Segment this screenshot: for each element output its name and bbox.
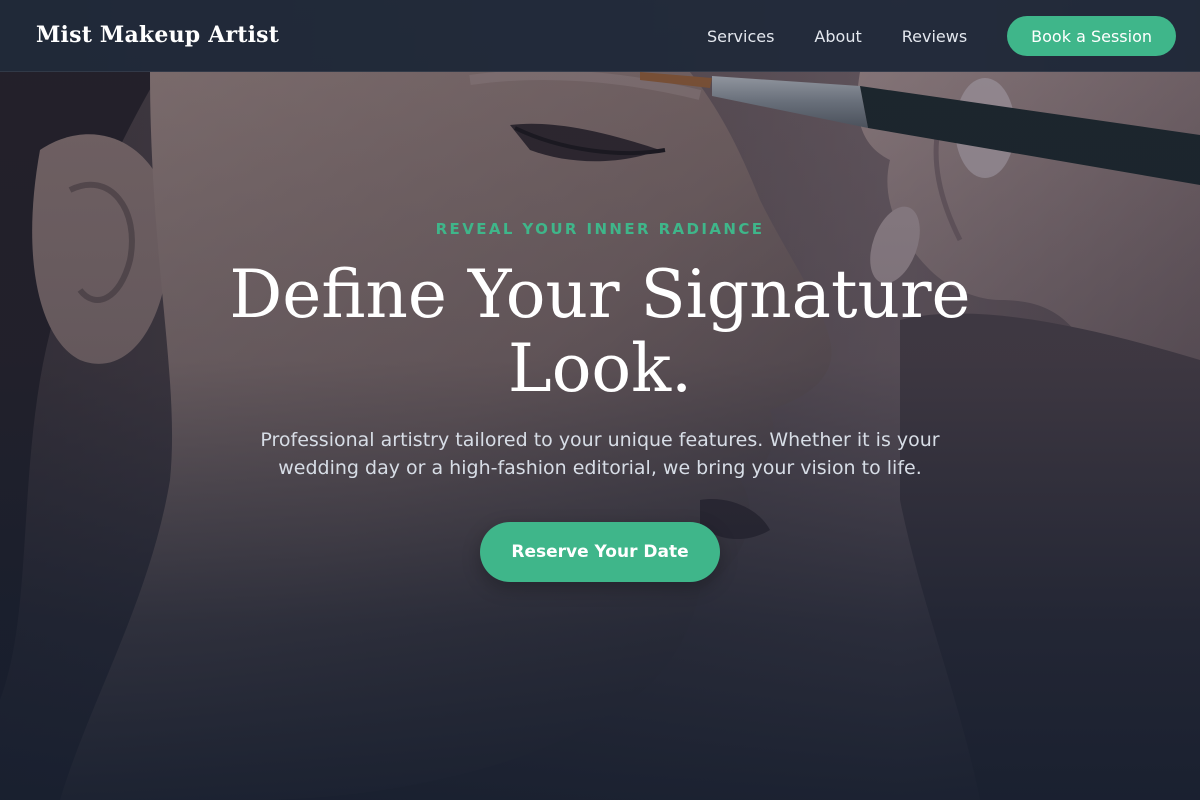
hero-content: REVEAL YOUR INNER RADIANCE Define Your S…	[0, 0, 1200, 800]
reserve-date-button[interactable]: Reserve Your Date	[480, 522, 720, 582]
hero-subtitle: Professional artistry tailored to your u…	[260, 429, 940, 479]
hero-headline: Define Your Signature Look.	[229, 256, 971, 407]
hero-eyebrow: REVEAL YOUR INNER RADIANCE	[435, 220, 765, 238]
